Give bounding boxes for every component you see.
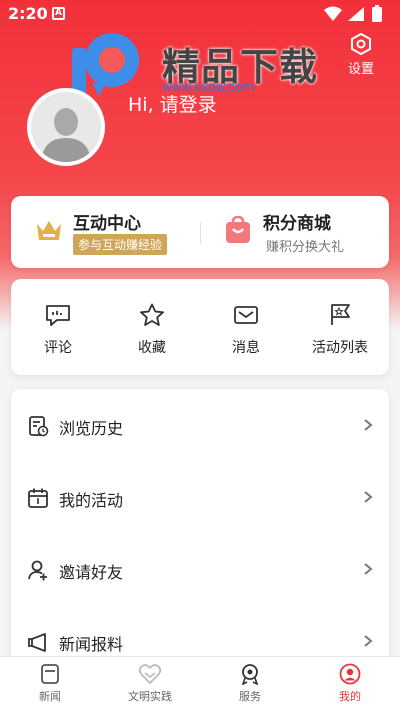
menu-list: 浏览历史 我的活动 邀请好友 新闻报料	[11, 389, 389, 669]
shopping-bag-icon	[226, 216, 250, 243]
settings-button[interactable]: 设置	[336, 32, 386, 77]
service-icon	[241, 664, 259, 685]
settings-icon	[351, 32, 371, 56]
points-mall-subtitle: 赚积分换大礼	[266, 240, 345, 255]
interaction-badge: 参与互动赚经验	[73, 234, 168, 255]
chevron-right-icon	[364, 563, 373, 575]
interaction-center-entry[interactable]: 互动中心 参与互动赚经验	[11, 196, 200, 268]
bottom-tab-bar: 新闻 文明实践 服务 我的	[0, 656, 400, 711]
quick-action-label: 收藏	[138, 340, 166, 356]
comment-icon	[46, 305, 70, 326]
quick-actions-card: 评论 收藏 消息 活动列表	[11, 279, 389, 375]
wifi-icon	[324, 6, 342, 21]
status-time: 2:20	[8, 4, 48, 23]
calendar-icon	[28, 488, 48, 508]
chevron-right-icon	[364, 419, 373, 431]
points-mall-title: 积分商城	[263, 214, 331, 234]
quick-action-label: 评论	[44, 340, 72, 356]
quick-action-label: 活动列表	[312, 340, 368, 356]
menu-item-invite-friends[interactable]: 邀请好友	[11, 533, 389, 605]
notification-icon: A	[52, 7, 65, 20]
heart-icon	[138, 664, 162, 684]
tab-label: 新闻	[39, 690, 61, 703]
chevron-right-icon	[364, 491, 373, 503]
tab-label: 文明实践	[128, 690, 172, 703]
tab-label: 我的	[339, 690, 361, 703]
news-tip-icon	[28, 633, 46, 652]
menu-item-label: 浏览历史	[59, 419, 124, 438]
signal-icon	[348, 7, 364, 21]
quick-action-favorites[interactable]: 收藏	[105, 303, 199, 357]
points-mall-entry[interactable]: 积分商城	[201, 196, 389, 268]
invite-user-icon	[28, 560, 47, 581]
tab-service[interactable]: 服务	[200, 663, 300, 704]
star-icon	[140, 303, 164, 326]
quick-action-activity-list[interactable]: 活动列表	[293, 303, 387, 357]
crown-icon	[37, 221, 61, 240]
menu-item-label: 邀请好友	[59, 563, 124, 582]
default-avatar-icon	[41, 108, 91, 162]
menu-item-label: 新闻报料	[59, 635, 124, 654]
chevron-right-icon	[364, 635, 373, 647]
battery-icon	[372, 7, 382, 22]
tab-civilization-practice[interactable]: 文明实践	[100, 663, 200, 704]
envelope-icon	[234, 306, 258, 324]
tab-news[interactable]: 新闻	[0, 663, 100, 704]
quick-action-label: 消息	[232, 340, 260, 356]
quick-action-comment[interactable]: 评论	[11, 303, 105, 357]
history-icon	[29, 416, 49, 437]
menu-item-label: 我的活动	[59, 491, 124, 510]
quick-action-messages[interactable]: 消息	[199, 303, 293, 357]
tab-label: 服务	[239, 690, 261, 703]
flag-icon	[331, 304, 350, 325]
system-status-icons	[324, 5, 382, 22]
profile-icon	[339, 663, 361, 685]
settings-label: 设置	[347, 62, 374, 77]
menu-item-browse-history[interactable]: 浏览历史	[11, 389, 389, 461]
status-bar: 2:20 A	[0, 0, 400, 28]
login-prompt[interactable]: Hi, 请登录	[128, 90, 217, 117]
news-icon	[41, 664, 59, 684]
interaction-center-title: 互动中心	[73, 214, 141, 234]
tab-mine[interactable]: 我的	[300, 663, 400, 704]
feature-card: 互动中心 参与互动赚经验 积分商城 赚积分换大礼	[11, 196, 389, 268]
avatar[interactable]	[27, 88, 105, 166]
menu-item-my-activities[interactable]: 我的活动	[11, 461, 389, 533]
